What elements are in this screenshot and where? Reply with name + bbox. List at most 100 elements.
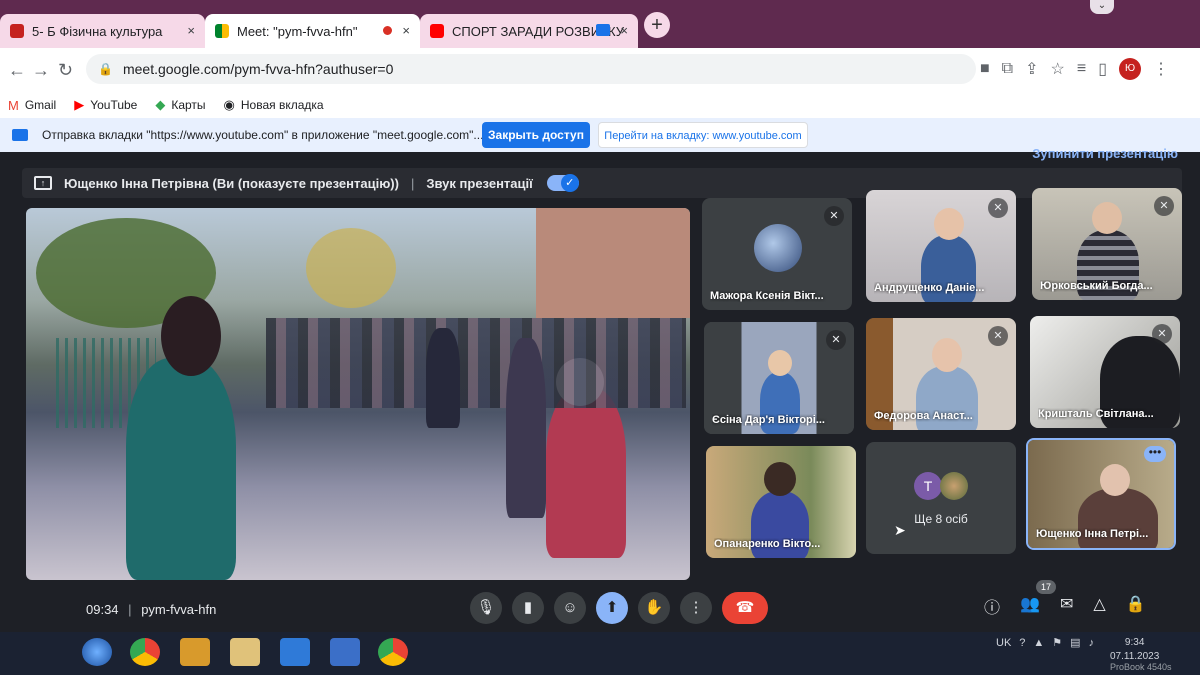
meet-controls-bar: 09:34 | pym-fvva-hfn 🎙 ▮ ☺ ⬆ ✋ ⋮ ☎ 17 ⓘ … bbox=[0, 580, 1200, 632]
bookmark-gmail[interactable]: M Gmail bbox=[8, 98, 56, 113]
sharing-message: Отправка вкладки "https://www.youtube.co… bbox=[42, 128, 484, 142]
start-button[interactable] bbox=[82, 638, 112, 666]
media-icon[interactable]: ≡ bbox=[1077, 60, 1086, 78]
media-player-icon[interactable] bbox=[180, 638, 210, 666]
tray-arrow-icon[interactable]: ▲ bbox=[1033, 637, 1044, 649]
presentation-audio-label: Звук презентації bbox=[426, 175, 533, 191]
bookmark-new-tab[interactable]: ◉ Новая вкладка bbox=[224, 97, 324, 113]
windows-taskbar: UK ? ▲ ⚑ ▤ ♪ 9:34 07.11.2023 ProBook 454… bbox=[0, 632, 1200, 675]
participant-tile[interactable]: ✕ Кришталь Світлана... bbox=[1030, 316, 1180, 428]
network-icon[interactable]: ▤ bbox=[1070, 636, 1080, 649]
translate-icon[interactable]: ⧉ bbox=[1002, 60, 1013, 78]
internet-explorer-icon[interactable] bbox=[280, 638, 310, 666]
video-scene bbox=[506, 338, 546, 518]
flag-icon[interactable]: ⚑ bbox=[1052, 636, 1062, 649]
volume-icon[interactable]: ♪ bbox=[1089, 637, 1095, 649]
call-controls: 🎙 ▮ ☺ ⬆ ✋ ⋮ ☎ bbox=[470, 592, 768, 624]
chevron-down-icon[interactable]: ⌄ bbox=[1090, 0, 1114, 14]
video-scene bbox=[536, 208, 690, 318]
stop-sharing-button[interactable]: Закрыть доступ bbox=[482, 122, 590, 148]
participant-tile[interactable]: ✕ Мажора Ксенія Вікт... bbox=[702, 198, 852, 310]
stop-presentation-link[interactable]: Зупинити презентацію bbox=[1032, 146, 1178, 161]
close-tab-icon[interactable]: × bbox=[187, 23, 195, 38]
mic-off-icon: ✕ bbox=[824, 206, 844, 226]
word-icon[interactable] bbox=[330, 638, 360, 666]
go-to-tab-button[interactable]: Перейти на вкладку: www.youtube.com bbox=[598, 122, 808, 148]
share-icon[interactable]: ⇪ bbox=[1025, 59, 1038, 79]
tab-physical-education[interactable]: 5- Б Фізична культура × bbox=[0, 14, 205, 48]
present-screen-icon[interactable]: ⬆ bbox=[596, 592, 628, 624]
participant-name: Кришталь Світлана... bbox=[1038, 408, 1154, 420]
avatar bbox=[754, 224, 802, 272]
bookmark-star-icon[interactable]: ☆ bbox=[1051, 59, 1065, 79]
meet-window: Зупинити презентацію ↑ Ющенко Інна Петрі… bbox=[0, 146, 1200, 632]
language-indicator[interactable]: UK bbox=[996, 637, 1011, 649]
chrome-icon[interactable] bbox=[130, 638, 160, 666]
camera-icon[interactable]: ▮ bbox=[512, 592, 544, 624]
emoji-icon[interactable]: ☺ bbox=[554, 592, 586, 624]
mic-off-icon: ✕ bbox=[826, 330, 846, 350]
people-icon[interactable]: 👥 bbox=[1020, 594, 1040, 618]
back-icon[interactable]: ← bbox=[8, 60, 26, 81]
chrome-icon[interactable] bbox=[378, 638, 408, 666]
more-participants: T Ще 8 осіб ➤ bbox=[866, 442, 1016, 554]
mic-off-icon: ✕ bbox=[988, 198, 1008, 218]
participant-name: Єсіна Дар'я Вікторі... bbox=[712, 414, 825, 426]
end-call-button[interactable]: ☎ bbox=[722, 592, 768, 624]
present-screen-icon: ↑ bbox=[34, 176, 52, 190]
laptop-brand: ProBook 4540s bbox=[1110, 662, 1172, 672]
help-icon[interactable]: ? bbox=[1019, 637, 1025, 649]
tab-meet[interactable]: Meet: "pym-fvva-hfn" × bbox=[205, 14, 420, 48]
bookmark-maps[interactable]: ◆ Карты bbox=[155, 97, 205, 113]
more-options-icon[interactable]: ••• bbox=[1144, 446, 1166, 462]
browser-tab-strip: 5- Б Фізична культура × Meet: "pym-fvva-… bbox=[0, 0, 1200, 48]
youtube-icon bbox=[430, 24, 444, 38]
raise-hand-icon[interactable]: ✋ bbox=[638, 592, 670, 624]
chat-icon[interactable]: ✉ bbox=[1060, 594, 1073, 618]
mic-icon[interactable]: 🎙 bbox=[470, 592, 502, 624]
close-tab-icon[interactable]: × bbox=[620, 23, 628, 38]
forward-icon[interactable]: → bbox=[32, 60, 50, 81]
bookmark-label: Карты bbox=[171, 98, 206, 112]
mic-off-icon: ✕ bbox=[1152, 324, 1172, 344]
bookmark-label: YouTube bbox=[90, 98, 138, 112]
address-bar[interactable]: 🔒 meet.google.com/pym-fvva-hfn?authuser=… bbox=[86, 54, 976, 84]
divider: | bbox=[128, 602, 132, 617]
video-scene bbox=[126, 358, 236, 580]
browser-toolbar: ← → ↻ 🔒 meet.google.com/pym-fvva-hfn?aut… bbox=[0, 48, 1200, 92]
host-controls-icon[interactable]: 🔒 bbox=[1126, 594, 1146, 618]
participant-tile[interactable]: ✕ Федорова Анаст... bbox=[866, 318, 1016, 430]
participant-name: Федорова Анаст... bbox=[874, 410, 973, 422]
participant-name: Мажора Ксенія Вікт... bbox=[710, 290, 824, 302]
more-participants-tile[interactable]: T Ще 8 осіб ➤ bbox=[866, 442, 1016, 554]
presentation-audio-toggle[interactable] bbox=[546, 174, 579, 192]
tab-youtube-sport[interactable]: СПОРТ ЗАРАДИ РОЗВИТКУ × bbox=[420, 14, 638, 48]
tab-label: Meet: "pym-fvva-hfn" bbox=[237, 23, 358, 39]
activities-icon[interactable]: △ bbox=[1093, 594, 1105, 618]
self-view-tile[interactable]: ••• Ющенко Інна Петрі... bbox=[1026, 438, 1176, 550]
bookmark-youtube[interactable]: ▶ YouTube bbox=[74, 97, 137, 113]
participant-name: Опанаренко Вікто... bbox=[714, 538, 821, 550]
profile-avatar[interactable]: Ю bbox=[1119, 58, 1142, 80]
meeting-time: 09:34 bbox=[86, 602, 119, 617]
camera-icon[interactable]: ■ bbox=[980, 60, 990, 78]
clock[interactable]: 9:34 07.11.2023 bbox=[1110, 636, 1159, 664]
new-tab-button[interactable]: + bbox=[644, 12, 670, 38]
video-feed bbox=[1078, 488, 1158, 548]
participant-tile[interactable]: ✕ Юрковський Богда... bbox=[1032, 188, 1182, 300]
meet-icon bbox=[215, 24, 229, 38]
menu-icon[interactable]: ⋮ bbox=[1153, 59, 1169, 79]
participant-tile[interactable]: ✕ Єсіна Дар'я Вікторі... bbox=[704, 322, 854, 434]
participant-tile[interactable]: ✕ Андрущенко Даніе... bbox=[866, 190, 1016, 302]
participant-tile[interactable]: Опанаренко Вікто... bbox=[706, 446, 856, 558]
info-icon[interactable]: ⓘ bbox=[984, 594, 1000, 618]
file-explorer-icon[interactable] bbox=[230, 638, 260, 666]
close-tab-icon[interactable]: × bbox=[402, 23, 410, 38]
video-scene bbox=[266, 318, 686, 408]
video-feed bbox=[932, 338, 962, 372]
more-options-icon[interactable]: ⋮ bbox=[680, 592, 712, 624]
reload-icon[interactable]: ↻ bbox=[58, 60, 73, 81]
sharing-icon bbox=[12, 129, 28, 141]
side-panel-icon[interactable]: ▯ bbox=[1098, 59, 1107, 79]
side-controls: ⓘ 👥 ✉ △ 🔒 bbox=[984, 594, 1146, 618]
